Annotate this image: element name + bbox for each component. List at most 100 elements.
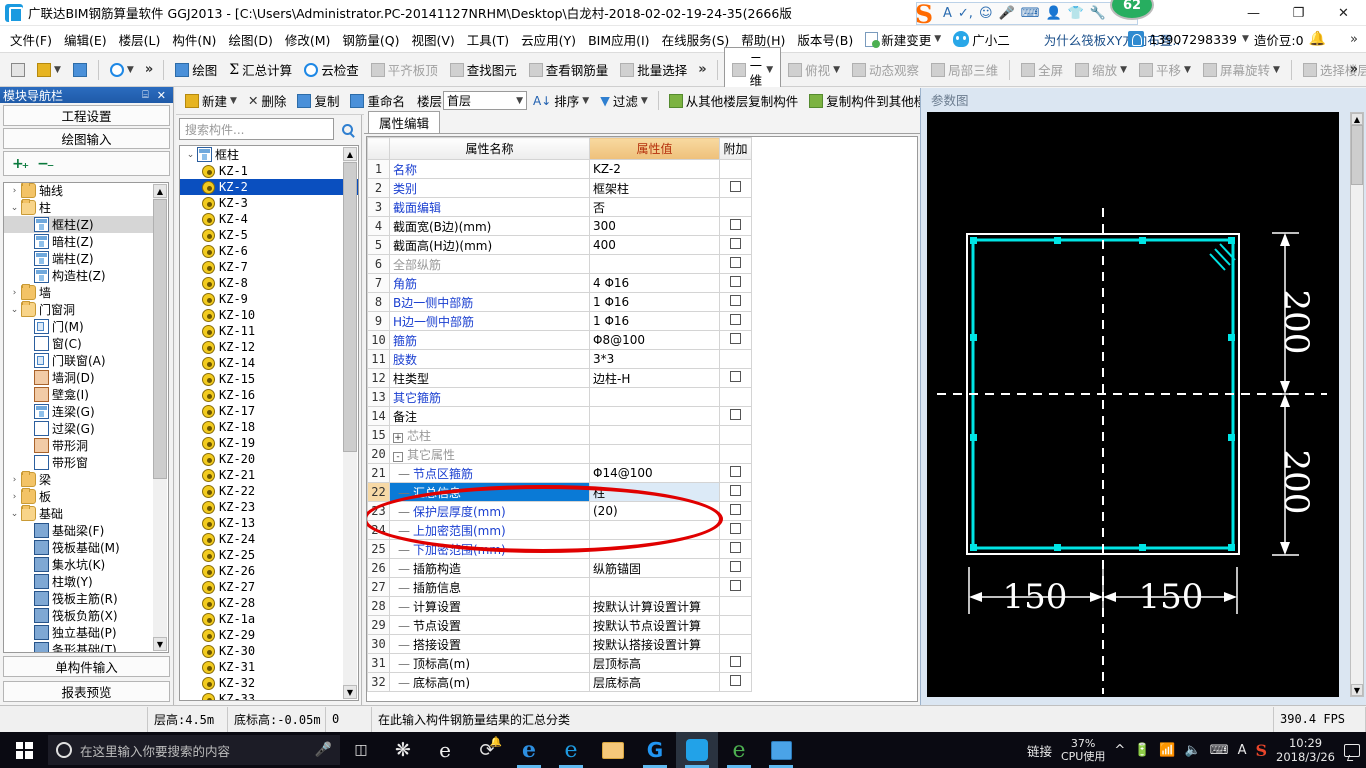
ime-voice-icon[interactable]: 🎤 xyxy=(999,7,1015,20)
property-attach-cell[interactable] xyxy=(719,292,752,312)
ime-punct-icon[interactable]: ✓, xyxy=(958,7,973,20)
component-list-item[interactable]: KZ-26 xyxy=(180,563,358,579)
maximize-button[interactable]: ❐ xyxy=(1276,0,1321,26)
menu-overflow-button[interactable]: » xyxy=(1350,32,1358,47)
property-attach-cell[interactable] xyxy=(719,501,752,521)
nav-button-project-settings[interactable]: 工程设置 xyxy=(3,105,170,126)
taskbar-app-g[interactable]: G xyxy=(634,732,676,768)
attach-checkbox[interactable] xyxy=(730,561,741,572)
property-row[interactable]: 28— 计算设置 按默认计算设置计算 xyxy=(367,596,917,616)
property-value-cell[interactable]: 3*3 xyxy=(589,349,720,369)
component-list-item[interactable]: KZ-18 xyxy=(180,419,358,435)
menu-item-tools[interactable]: 工具(T) xyxy=(461,27,515,52)
collapse-icon[interactable]: - xyxy=(393,451,403,462)
nav-tree-item-27[interactable]: 独立基础(P) xyxy=(4,624,153,641)
property-attach-cell[interactable] xyxy=(719,235,752,255)
property-row[interactable]: 27— 插筋信息 xyxy=(367,577,917,597)
chevron-down-icon[interactable]: ⌄ xyxy=(8,305,21,315)
component-list-item[interactable]: KZ-30 xyxy=(180,643,358,659)
property-row[interactable]: 2 类别 框架柱 xyxy=(367,178,917,198)
menu-item-edit[interactable]: 编辑(E) xyxy=(58,27,113,52)
component-list-item[interactable]: KZ-11 xyxy=(180,323,358,339)
batch-select-button[interactable]: 批量选择 xyxy=(615,57,692,82)
property-name-cell[interactable]: — 节点区箍筋 xyxy=(389,463,590,483)
nav-tree-item-14[interactable]: 连梁(G) xyxy=(4,403,153,420)
property-attach-cell[interactable] xyxy=(719,558,752,578)
keyboard-icon[interactable]: ⌨ xyxy=(1210,743,1229,758)
property-value-cell[interactable]: 4 Φ16 xyxy=(589,273,720,293)
new-change-button[interactable]: 新建变更 ▼ xyxy=(859,27,947,52)
property-row[interactable]: 12 柱类型 边柱-H xyxy=(367,368,917,388)
scroll-thumb[interactable] xyxy=(1351,125,1363,185)
property-value-cell[interactable] xyxy=(589,520,720,540)
ime-mode-icon[interactable]: A xyxy=(943,7,952,20)
component-list-item[interactable]: KZ-33 xyxy=(180,691,358,700)
component-list-item[interactable]: KZ-31 xyxy=(180,659,358,675)
assistant-button[interactable]: 广小二 xyxy=(947,27,1016,52)
volume-icon[interactable]: 🔈 xyxy=(1185,743,1201,758)
taskbar-app-spiral[interactable]: ⟳ 🔔 xyxy=(466,732,508,768)
property-row[interactable]: 24— 上加密范围(mm) xyxy=(367,520,917,540)
component-list-item[interactable]: KZ-6 xyxy=(180,243,358,259)
copy-component-button[interactable]: 复制 xyxy=(292,88,344,113)
component-list-item[interactable]: KZ-9 xyxy=(180,291,358,307)
close-button[interactable]: ✕ xyxy=(1321,0,1366,26)
property-row[interactable]: 7 角筋 4 Φ16 xyxy=(367,273,917,293)
property-value-cell[interactable]: 1 Φ16 xyxy=(589,292,720,312)
chevron-down-icon[interactable]: ▼ xyxy=(516,96,523,106)
pin-icon[interactable]: ⌸ xyxy=(138,88,153,102)
attach-checkbox[interactable] xyxy=(730,485,741,496)
chevron-down-icon[interactable]: ▼ xyxy=(934,34,941,44)
taskbar-app-ie-classic[interactable]: e xyxy=(424,732,466,768)
property-value-cell[interactable]: 边柱-H xyxy=(589,368,720,388)
expand-icon[interactable]: + xyxy=(393,432,403,443)
property-value-cell[interactable]: KZ-2 xyxy=(589,159,720,179)
taskbar-app-green-browser[interactable]: e xyxy=(718,732,760,768)
component-tree[interactable]: ⌄ 框柱 KZ-1 KZ-2 KZ-3 KZ-4 KZ-5 KZ-6 KZ-7 KZ-8 KZ-… xyxy=(179,145,359,701)
nav-tree-item-20[interactable]: ⌄ 基础 xyxy=(4,505,153,522)
collapse-all-icon[interactable]: −₋ xyxy=(37,156,54,172)
ime-toolbar[interactable]: S A ✓, ☺ 🎤 ⌨ 👤 👕 🔧 xyxy=(915,1,1138,28)
attach-checkbox[interactable] xyxy=(730,656,741,667)
component-list-item[interactable]: KZ-2 xyxy=(180,179,358,195)
undo-button[interactable]: ▼ xyxy=(105,60,139,80)
chevron-down-icon[interactable]: ▼ xyxy=(833,65,840,75)
property-name-cell[interactable]: 肢数 xyxy=(389,349,590,369)
property-value-cell[interactable]: 纵筋锚固 xyxy=(589,558,720,578)
col-name[interactable]: 属性名称 xyxy=(389,137,590,160)
nav-tree-item-22[interactable]: 筏板基础(M) xyxy=(4,539,153,556)
taskbar-app-glodon[interactable] xyxy=(676,732,718,768)
property-name-cell[interactable]: — 插筋信息 xyxy=(389,577,590,597)
chevron-down-icon[interactable]: ▼ xyxy=(1242,34,1249,44)
property-name-cell[interactable]: — 计算设置 xyxy=(389,596,590,616)
attach-checkbox[interactable] xyxy=(730,314,741,325)
attach-checkbox[interactable] xyxy=(730,276,741,287)
toolbar-overflow-2[interactable]: » xyxy=(694,62,710,77)
property-attach-cell[interactable] xyxy=(719,577,752,597)
property-row[interactable]: 23— 保护层厚度(mm) (20) xyxy=(367,501,917,521)
property-attach-cell[interactable] xyxy=(719,425,752,445)
summary-calc-button[interactable]: Σ 汇总计算 xyxy=(224,57,297,82)
property-attach-cell[interactable] xyxy=(719,273,752,293)
component-list-item[interactable]: KZ-29 xyxy=(180,627,358,643)
nav-tree-item-19[interactable]: › 板 xyxy=(4,488,153,505)
nav-tree-item-2[interactable]: ⌄ 柱 xyxy=(4,199,153,216)
attach-checkbox[interactable] xyxy=(730,542,741,553)
nav-tree-item-26[interactable]: 筏板负筋(X) xyxy=(4,607,153,624)
property-name-cell[interactable]: — 节点设置 xyxy=(389,615,590,635)
module-tree[interactable]: 现浇板(B)›轴线⌄柱框柱(Z)暗柱(Z)端柱(Z)构造柱(Z)›墙⌄门窗洞门(… xyxy=(3,182,169,653)
taskbar-clock[interactable]: 10:29 2018/3/26 xyxy=(1276,736,1335,764)
property-name-cell[interactable]: + 芯柱 xyxy=(389,425,590,445)
property-row[interactable]: 4 截面宽(B边)(mm) 300 xyxy=(367,216,917,236)
nav-tree-item-10[interactable]: 窗(C) xyxy=(4,335,153,352)
component-list-item[interactable]: KZ-21 xyxy=(180,467,358,483)
new-file-button[interactable] xyxy=(6,60,30,80)
menu-item-file[interactable]: 文件(F) xyxy=(4,27,58,52)
cloud-check-button[interactable]: 云检查 xyxy=(299,57,364,82)
chevron-right-icon[interactable]: › xyxy=(8,492,21,502)
ime-tools-icon[interactable]: 🔧 xyxy=(1090,7,1106,20)
property-value-cell[interactable] xyxy=(589,444,720,464)
property-attach-cell[interactable] xyxy=(719,197,752,217)
top-view-button[interactable]: 俯视 ▼ xyxy=(783,57,845,82)
nav-button-report-preview[interactable]: 报表预览 xyxy=(3,681,170,702)
